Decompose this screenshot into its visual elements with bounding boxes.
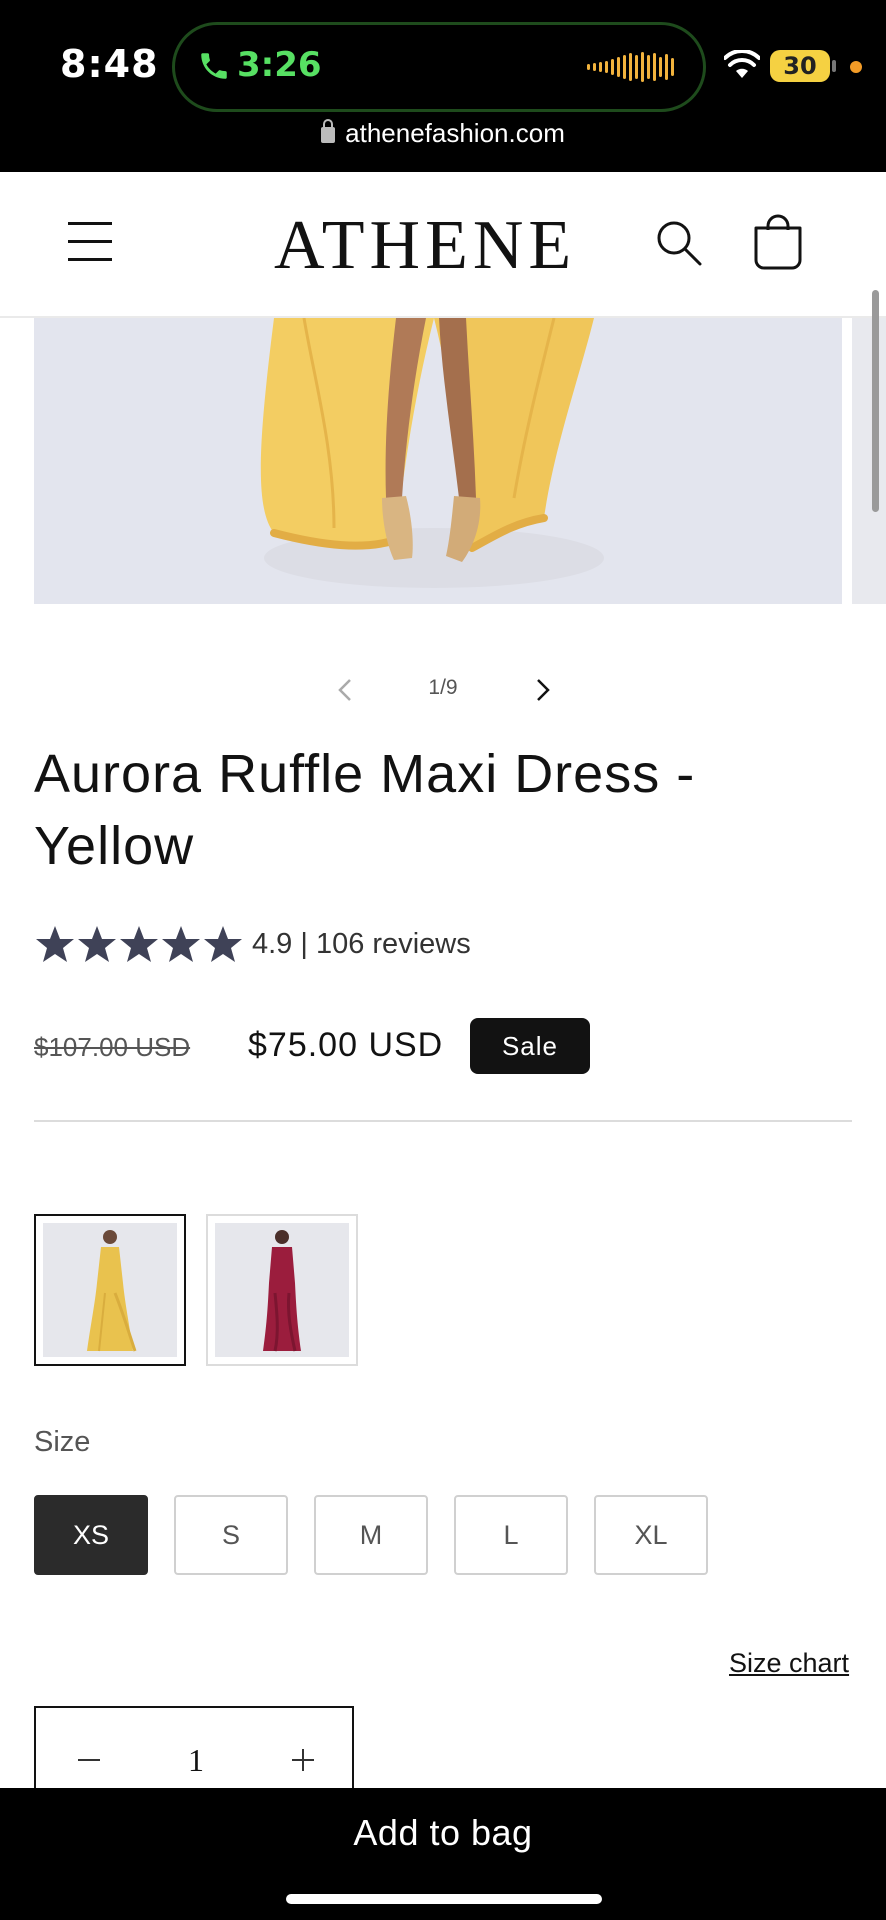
color-swatch-yellow[interactable] [34, 1214, 186, 1366]
product-image[interactable] [34, 318, 842, 604]
sale-price: $75.00 USD [248, 1026, 444, 1064]
gallery-counter: 1/9 [428, 676, 458, 699]
size-label: Size [34, 1426, 91, 1458]
add-to-bag-bar: Add to bag [0, 1788, 886, 1920]
next-product-image-peek[interactable] [852, 318, 886, 604]
size-option-xl[interactable]: XL [594, 1495, 708, 1575]
size-option-m[interactable]: M [314, 1495, 428, 1575]
home-indicator[interactable] [286, 1894, 602, 1904]
audio-waveform-icon [587, 52, 674, 82]
chevron-left-icon[interactable] [334, 674, 358, 706]
price-row: $107.00 USD $75.00 USD Sale [34, 1018, 854, 1074]
minus-icon [78, 1759, 100, 1761]
phone-icon [201, 53, 227, 79]
swatch-thumbnail [215, 1223, 349, 1357]
product-gallery[interactable] [0, 318, 886, 608]
lock-icon [321, 119, 336, 143]
rating-summary[interactable]: 4.9 | 106 reviews [252, 928, 471, 961]
swatch-thumbnail [43, 1223, 177, 1357]
star-rating-icon [36, 926, 242, 962]
quantity-input[interactable]: 1 [146, 1742, 246, 1779]
chevron-right-icon[interactable] [530, 674, 554, 706]
size-option-s[interactable]: S [174, 1495, 288, 1575]
search-icon[interactable] [654, 218, 704, 268]
status-bar: 8:48 3:26 30 athenefashion.com [0, 0, 886, 172]
divider [34, 1120, 852, 1122]
color-swatch-burgundy[interactable] [206, 1214, 358, 1366]
battery-icon: 30 [770, 50, 830, 82]
product-title: Aurora Ruffle Maxi Dress - Yellow [34, 744, 696, 876]
gallery-pager: 1/9 [0, 670, 886, 710]
sale-badge: Sale [470, 1018, 590, 1074]
add-to-bag-button[interactable]: Add to bag [0, 1812, 886, 1854]
plus-icon-vertical [302, 1749, 304, 1771]
site-header: ATHENE [0, 172, 886, 318]
clock: 8:48 [60, 42, 159, 86]
dress-photo [34, 318, 842, 604]
scrollbar[interactable] [872, 290, 879, 512]
size-option-xs[interactable]: XS [34, 1495, 148, 1575]
menu-icon[interactable] [68, 222, 112, 262]
call-duration: 3:26 [237, 45, 322, 85]
battery-tip [832, 60, 836, 72]
battery-level: 30 [783, 52, 817, 80]
wifi-icon [724, 50, 760, 78]
cart-icon[interactable] [752, 214, 804, 270]
url-text: athenefashion.com [345, 118, 565, 148]
size-option-l[interactable]: L [454, 1495, 568, 1575]
address-bar[interactable]: athenefashion.com [0, 118, 886, 149]
compare-at-price: $107.00 USD [34, 1032, 191, 1062]
site-logo[interactable]: ATHENE [274, 206, 576, 286]
call-indicator[interactable]: 3:26 [172, 22, 706, 112]
privacy-dot-icon [850, 61, 862, 73]
size-chart-link[interactable]: Size chart [729, 1648, 849, 1679]
